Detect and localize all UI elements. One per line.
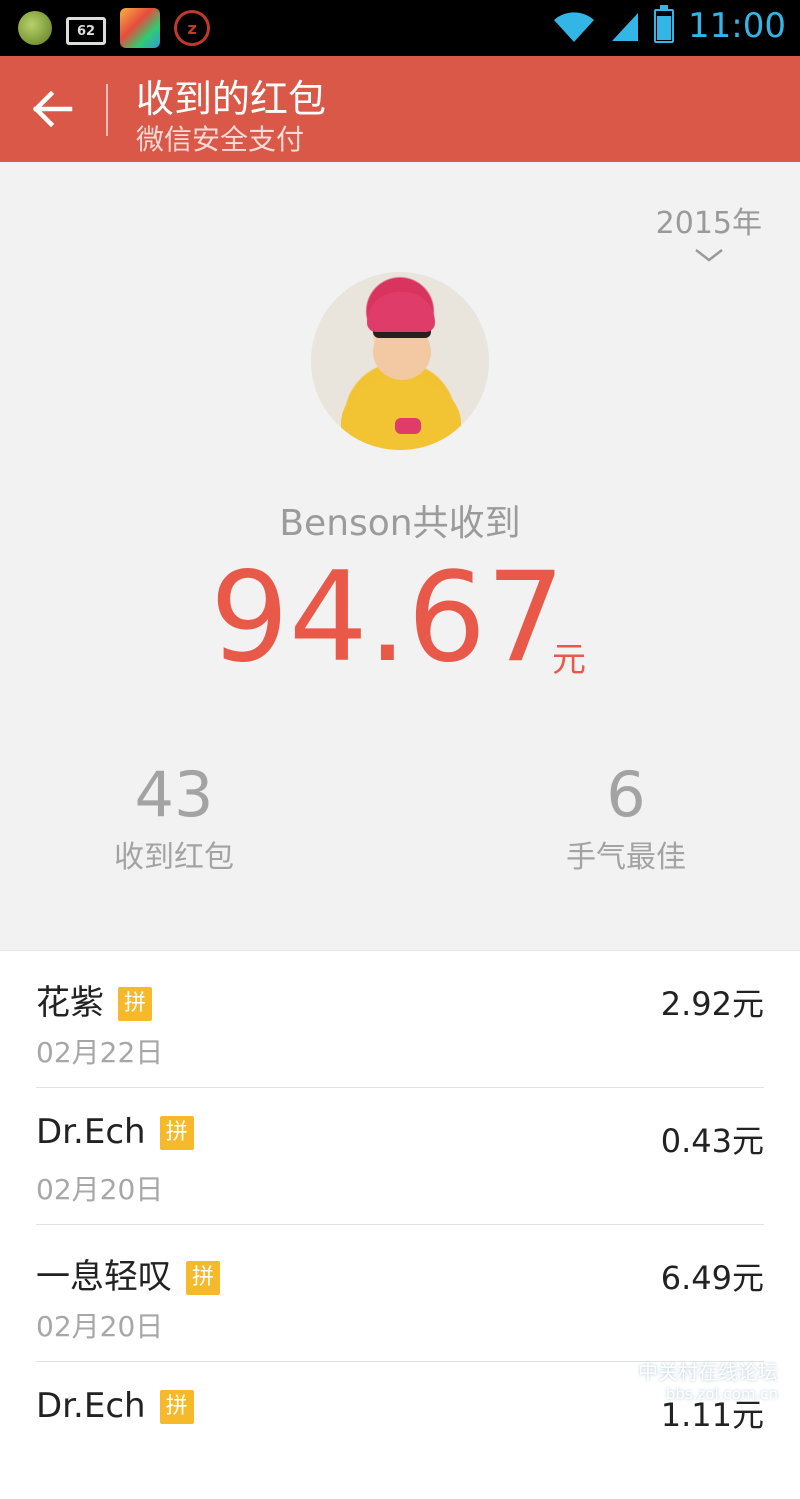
status-time: 11:00 [688, 6, 786, 46]
item-amount: 6.49元 [660, 1259, 764, 1297]
group-tag: 拼 [186, 1261, 220, 1295]
stat-received: 43 收到红包 [54, 760, 294, 876]
signal-icon [610, 9, 640, 43]
battery-icon [654, 5, 675, 43]
item-amount: 2.92元 [660, 985, 764, 1023]
group-tag: 拼 [159, 1390, 194, 1424]
alarm-icon: z [174, 10, 210, 46]
item-amount: 0.43元 [660, 1122, 764, 1160]
watermark-line2: bbs.zol.com.cn [665, 1385, 778, 1403]
app-62-icon: 62 [66, 17, 106, 45]
red-packet-list: 花紫拼 02月22日 2.92元 Dr.Ech 拼 02月20日 0.43元 一息… [0, 950, 800, 1499]
message-icon [18, 11, 52, 45]
list-item[interactable]: Dr.Ech 拼 02月20日 0.43元 [0, 1088, 800, 1225]
page-title: 收到的红包 [136, 77, 327, 121]
list-item[interactable]: 花紫拼 02月22日 2.92元 [0, 951, 800, 1088]
notification-icons: 62 z [18, 8, 210, 48]
best-count: 6 [606, 758, 646, 831]
year-label: 2015年 [655, 206, 762, 241]
toolbar-divider [106, 84, 108, 136]
sender-name: 一息轻叹 [36, 1257, 172, 1297]
system-icons: 11:00 [552, 5, 786, 46]
group-tag: 拼 [159, 1116, 194, 1150]
receiver-label: Benson共收到 [279, 503, 521, 544]
app-store-icon [120, 8, 160, 48]
total-unit: 元 [552, 640, 586, 680]
total-amount-block: 94.67 元 [210, 546, 586, 690]
avatar [311, 272, 489, 450]
back-arrow-icon [33, 91, 73, 127]
best-label: 手气最佳 [566, 840, 686, 875]
received-count: 43 [134, 758, 214, 831]
back-button[interactable] [18, 80, 88, 138]
item-date: 02月22日 [36, 1036, 164, 1069]
status-bar: 62 z 11:00 [0, 0, 800, 56]
total-amount: 94.67 [210, 546, 565, 690]
wifi-icon [552, 10, 596, 42]
sender-name: 花紫 [36, 983, 104, 1023]
list-item[interactable]: 一息轻叹拼 02月20日 6.49元 [0, 1225, 800, 1362]
chevron-down-icon [695, 249, 723, 262]
alarm-letter: z [187, 18, 197, 38]
received-label: 收到红包 [114, 840, 234, 875]
stat-best: 6 手气最佳 [506, 760, 746, 876]
group-tag: 拼 [118, 987, 152, 1021]
page-subtitle: 微信安全支付 [136, 123, 305, 156]
watermark-line1: 中关村在线论坛 [638, 1360, 778, 1384]
watermark: 中关村在线论坛 bbs.zol.com.cn [638, 1356, 778, 1403]
sender-name: Dr.Ech [36, 1112, 146, 1152]
sender-name: Dr.Ech [36, 1386, 146, 1426]
app-62-label: 62 [76, 23, 96, 39]
item-date: 02月20日 [36, 1310, 164, 1343]
year-picker[interactable]: 2015年 [656, 198, 762, 262]
item-date: 02月20日 [36, 1173, 164, 1206]
toolbar: 收到的红包 微信安全支付 [0, 56, 800, 162]
